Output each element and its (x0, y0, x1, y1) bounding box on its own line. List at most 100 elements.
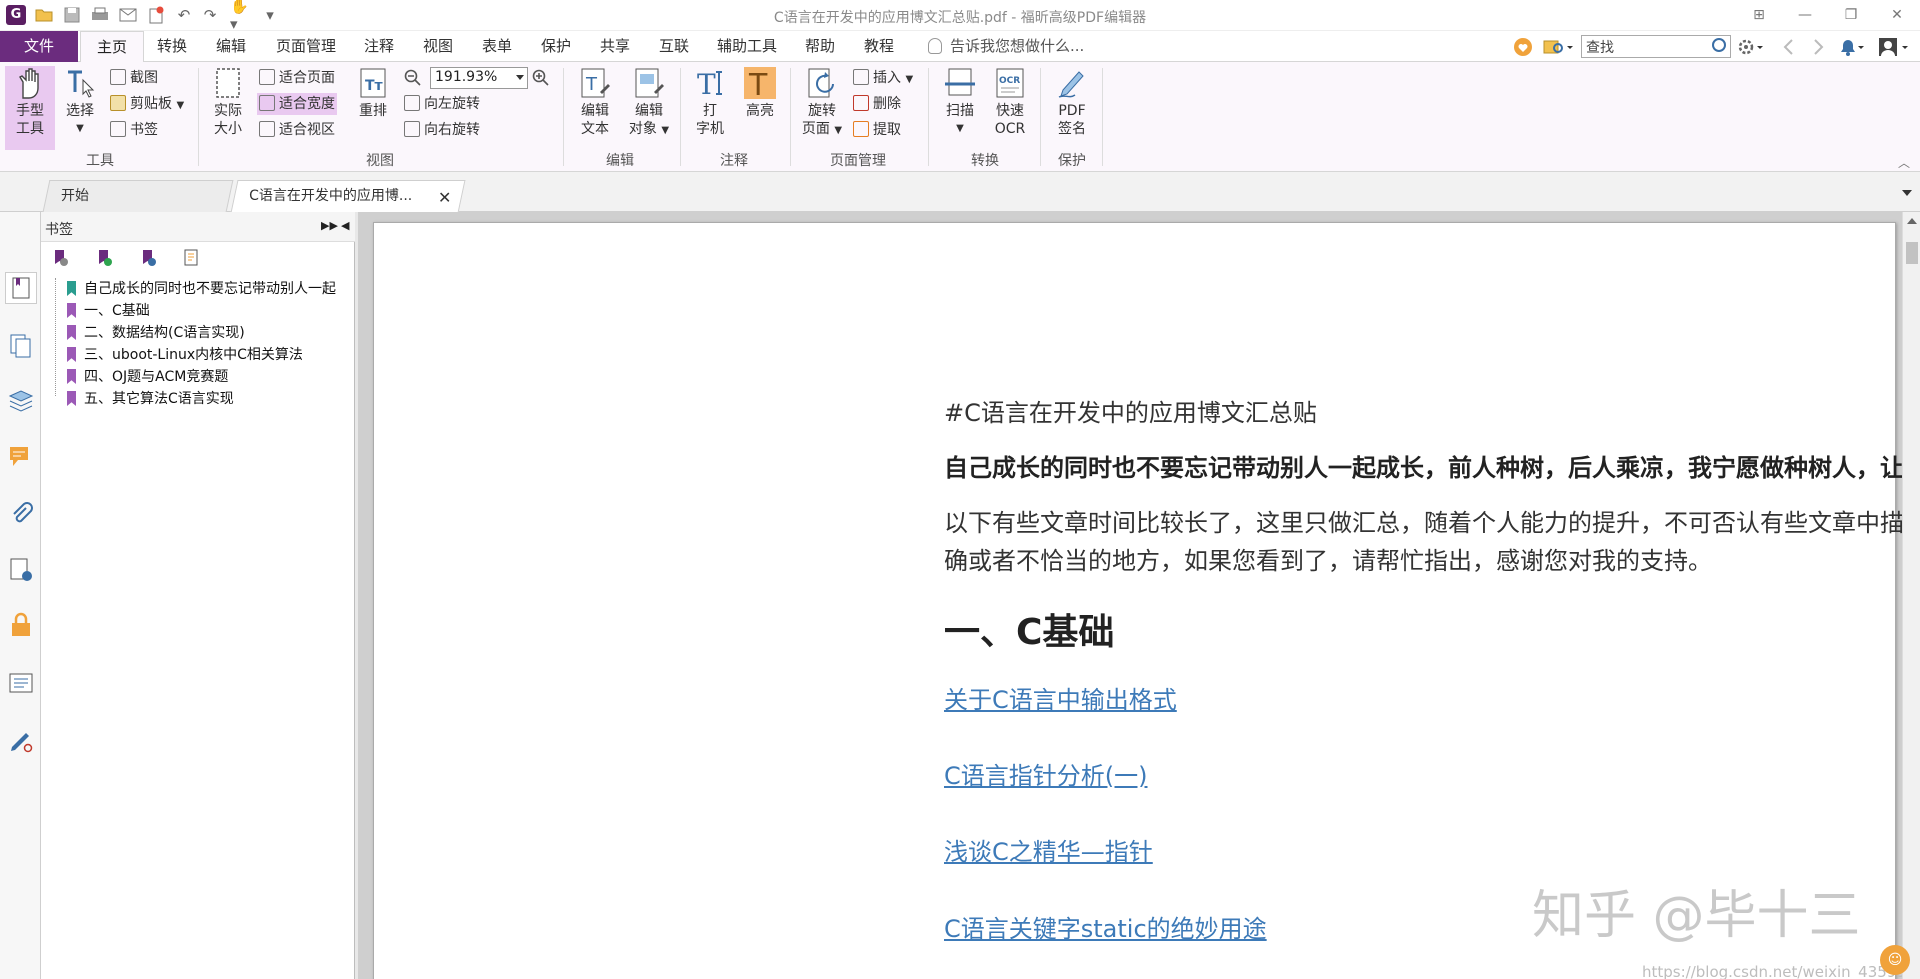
article-link[interactable]: 关于C语言中输出格式 (944, 680, 1177, 715)
insert-page-button[interactable]: 插入 ▼ (853, 67, 913, 89)
reflow-button[interactable]: Tт 重排 (353, 66, 393, 120)
fit-visible-button[interactable]: 适合视区 (257, 119, 337, 141)
expand-panel-icon[interactable]: ▶▶ (321, 219, 338, 232)
restore-button[interactable]: ❐ (1836, 4, 1866, 26)
edit-object-label-2[interactable]: 对象 ▼ (625, 120, 673, 140)
zoom-out-icon[interactable] (404, 69, 422, 91)
rotate-page-button[interactable]: 旋转 页面 ▼ (798, 66, 846, 140)
bookmark-button[interactable]: 书签 (110, 119, 158, 141)
search-input[interactable]: 查找 (1581, 35, 1731, 58)
file-menu[interactable]: 文件 (0, 31, 78, 62)
document-view[interactable]: #C语言在开发中的应用博文汇总贴 自己成长的同时也不要忘记带动别人一起成长，前人… (358, 212, 1902, 979)
user-account-icon[interactable] (1878, 37, 1912, 57)
settings-gear-icon[interactable] (1737, 37, 1767, 57)
collapse-panel-icon[interactable]: ◀ (341, 219, 349, 232)
attachments-paperclip-icon[interactable] (8, 500, 34, 526)
zoom-in-icon[interactable] (532, 69, 550, 91)
scan-dropdown-icon[interactable]: ▼ (938, 120, 982, 138)
heart-icon[interactable] (1513, 37, 1533, 57)
layout-icon[interactable]: ⊞ (1744, 4, 1774, 26)
zoom-dropdown-icon[interactable] (516, 75, 524, 80)
article-link[interactable]: C语言关键字static的绝妙用途 (944, 909, 1267, 944)
vertical-scrollbar[interactable] (1902, 212, 1920, 979)
bookmark-item[interactable]: 三、uboot-Linux内核中C相关算法 (55, 344, 369, 366)
next-arrow-icon[interactable] (1808, 37, 1828, 57)
bookmark-item[interactable]: 自己成长的同时也不要忘记带动别人一起 (55, 278, 369, 300)
bookmark-item[interactable]: 五、其它算法C语言实现 (55, 388, 369, 410)
insert-dropdown-icon[interactable]: ▼ (905, 74, 913, 85)
zoom-level-field[interactable]: 191.93% (430, 67, 528, 89)
tab-accessibility[interactable]: 辅助工具 (709, 31, 785, 62)
tab-form[interactable]: 表单 (473, 31, 521, 62)
comments-icon[interactable] (8, 444, 34, 470)
tab-help[interactable]: 帮助 (796, 31, 844, 62)
signatures-panel-icon[interactable] (8, 557, 34, 583)
minimize-button[interactable]: — (1790, 4, 1820, 26)
actual-size-button[interactable]: 实际 大小 (207, 66, 249, 138)
typewriter-button[interactable]: T 打 字机 (688, 66, 732, 138)
select-dropdown-icon[interactable]: ▼ (60, 120, 100, 138)
tab-list-dropdown-icon[interactable] (1902, 190, 1912, 196)
scrollbar-thumb[interactable] (1906, 242, 1918, 264)
bookmark-item[interactable]: 四、OJ题与ACM竞赛题 (55, 366, 369, 388)
edit-object-dropdown-icon[interactable]: ▼ (661, 125, 669, 136)
typewriter-label-1: 打 (703, 103, 717, 119)
rotate-right-button[interactable]: 向右旋转 (404, 119, 480, 141)
fit-page-button[interactable]: 适合页面 (257, 67, 337, 89)
rotate-page-dropdown-icon[interactable]: ▼ (834, 125, 842, 136)
tab-tutorial[interactable]: 教程 (855, 31, 903, 62)
tab-convert[interactable]: 转换 (148, 31, 196, 62)
search-icon[interactable] (1712, 38, 1726, 52)
tab-share[interactable]: 共享 (591, 31, 639, 62)
add-bookmark-icon[interactable] (94, 248, 114, 268)
tab-view[interactable]: 视图 (414, 31, 462, 62)
prev-arrow-icon[interactable] (1779, 37, 1799, 57)
tab-current-document[interactable]: C语言在开发中的应用博... (230, 180, 466, 213)
bookmark-options-icon[interactable] (50, 248, 70, 268)
scan-button[interactable]: 扫描 ▼ (938, 66, 982, 138)
rotate-left-button[interactable]: 向左旋转 (404, 93, 480, 115)
delete-page-button[interactable]: 删除 (853, 93, 901, 115)
tab-comment[interactable]: 注释 (355, 31, 403, 62)
clipboard-button[interactable]: 剪贴板 ▼ (110, 93, 184, 115)
layers-icon[interactable] (8, 387, 34, 413)
bookmark-item[interactable]: 一、C基础 (55, 300, 369, 322)
rotate-page-label-2[interactable]: 页面 ▼ (798, 120, 846, 140)
fill-sign-pen-icon[interactable] (8, 727, 34, 753)
bookmarks-panel-icon[interactable] (5, 272, 37, 304)
bookmark-properties-icon[interactable] (182, 248, 202, 268)
expand-bookmark-icon[interactable] (138, 248, 158, 268)
tab-connect[interactable]: 互联 (650, 31, 698, 62)
extract-page-button[interactable]: 提取 (853, 119, 901, 141)
close-button[interactable]: ✕ (1882, 4, 1912, 26)
fit-width-button[interactable]: 适合宽度 (257, 93, 337, 115)
tab-edit[interactable]: 编辑 (207, 31, 255, 62)
article-link[interactable]: 浅谈C之精华—指针 (944, 832, 1153, 867)
pdf-page[interactable]: #C语言在开发中的应用博文汇总贴 自己成长的同时也不要忘记带动别人一起成长，前人… (373, 222, 1902, 979)
feedback-badge-icon[interactable]: ☺ (1880, 945, 1910, 975)
pdf-sign-button[interactable]: PDF 签名 (1050, 66, 1094, 138)
scroll-up-arrow-icon[interactable] (1907, 218, 1917, 224)
snapshot-button[interactable]: 截图 (110, 67, 158, 89)
edit-object-button[interactable]: 编辑 对象 ▼ (625, 66, 673, 140)
tell-me-search[interactable]: 告诉我您想做什么... (928, 31, 1084, 62)
bookmark-item[interactable]: 二、数据结构(C语言实现) (55, 322, 369, 344)
clipboard-dropdown-icon[interactable]: ▼ (176, 100, 184, 111)
tab-protect[interactable]: 保护 (532, 31, 580, 62)
page-thumbnails-icon[interactable] (8, 332, 34, 358)
tab-page-management[interactable]: 页面管理 (268, 31, 344, 62)
highlight-button[interactable]: T 高亮 (738, 66, 782, 120)
collapse-ribbon-icon[interactable]: ︿ (1898, 154, 1910, 171)
notification-bell-icon[interactable] (1838, 37, 1868, 57)
find-options-icon[interactable] (1543, 37, 1575, 57)
hand-tool-button[interactable]: 手型 工具 (5, 66, 55, 150)
edit-text-button[interactable]: T 编辑 文本 (573, 66, 617, 138)
security-lock-icon[interactable] (8, 612, 34, 638)
article-link[interactable]: C语言指针分析(一) (944, 756, 1147, 791)
close-tab-icon[interactable]: ✕ (438, 188, 451, 207)
quick-ocr-button[interactable]: OCR 快速 OCR (988, 66, 1032, 138)
tab-start-page[interactable]: 开始 (42, 180, 234, 212)
select-tool-button[interactable]: 选择 ▼ (60, 66, 100, 138)
content-panel-icon[interactable] (8, 670, 34, 696)
tab-home[interactable]: 主页 (80, 31, 144, 63)
